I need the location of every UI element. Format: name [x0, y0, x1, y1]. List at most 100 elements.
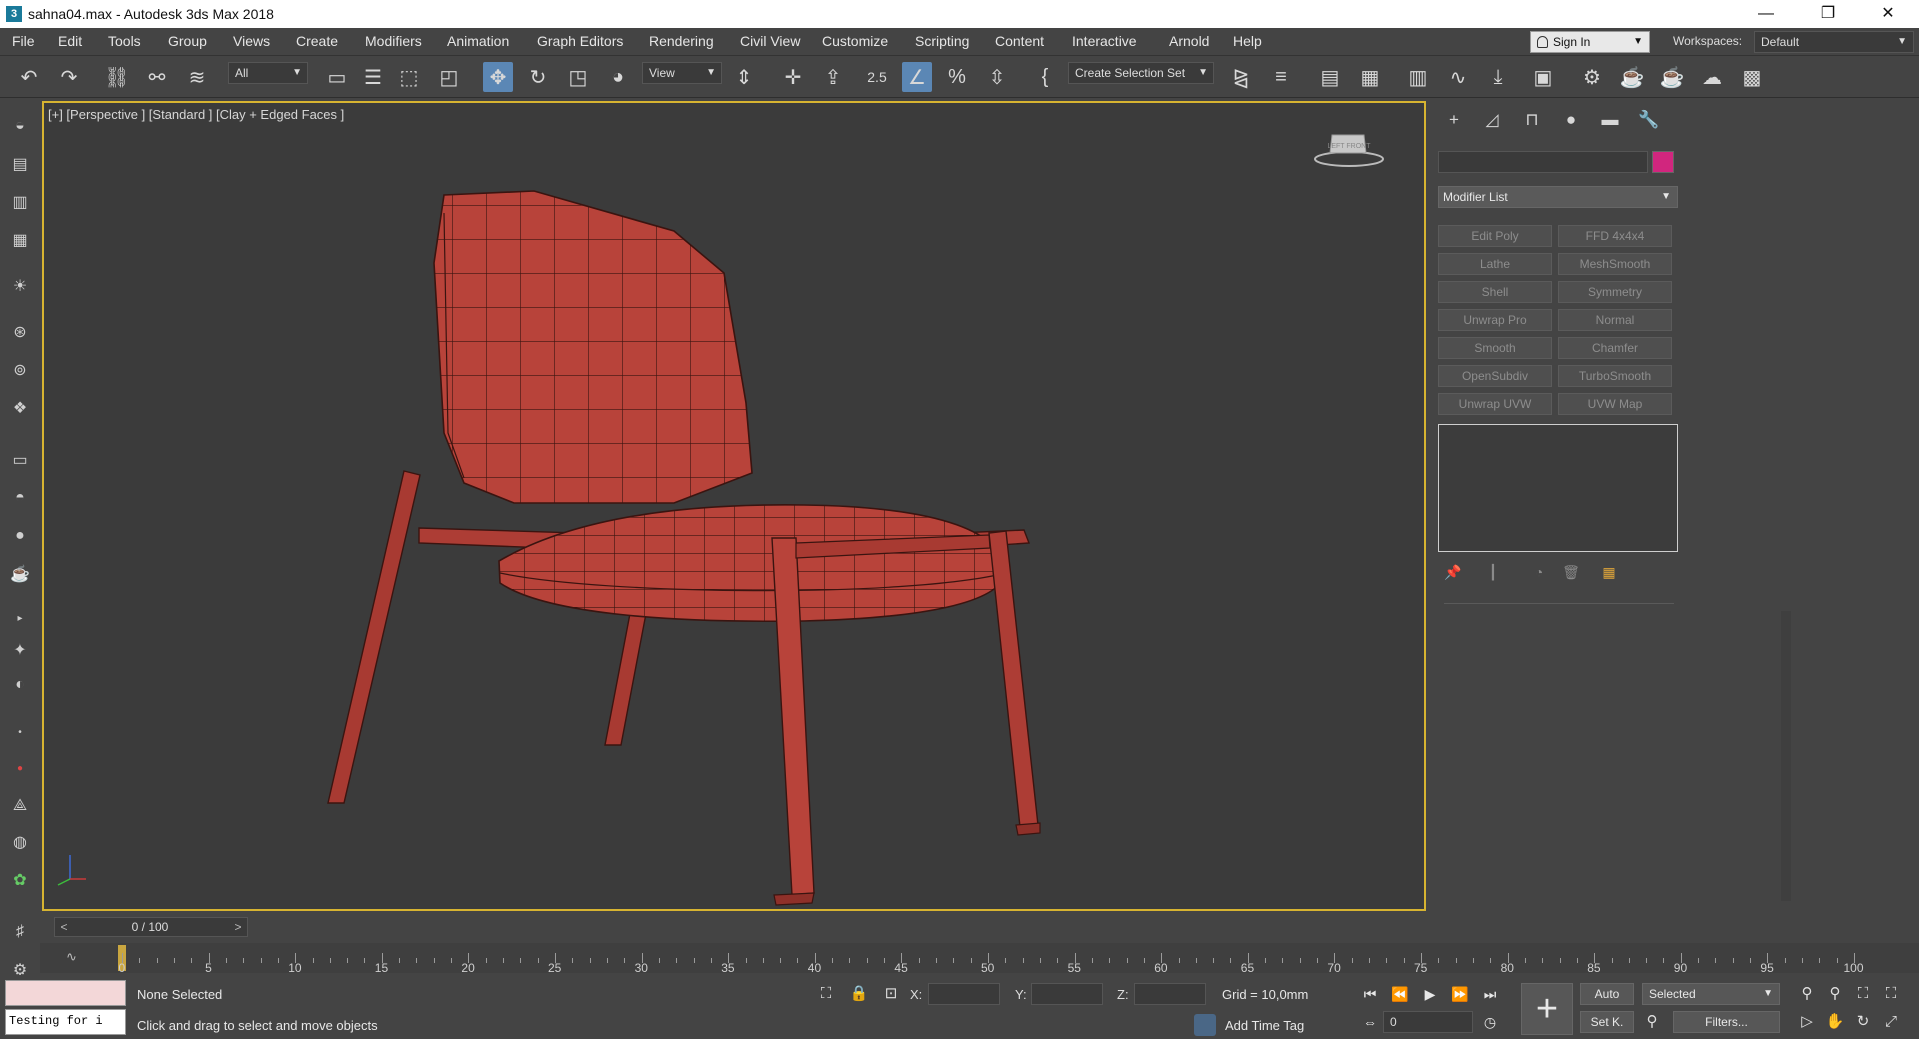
- layers-icon[interactable]: ▥: [8, 190, 32, 214]
- rollout-scrollbar[interactable]: [1781, 611, 1791, 901]
- menu-rendering[interactable]: Rendering: [649, 33, 714, 49]
- menu-views[interactable]: Views: [233, 33, 270, 49]
- scale-icon[interactable]: ◳: [563, 62, 593, 92]
- modifier-lathe-button[interactable]: Lathe: [1438, 253, 1552, 275]
- folder-icon[interactable]: ▭: [8, 448, 32, 472]
- auto-key-button[interactable]: Auto: [1580, 983, 1634, 1005]
- menu-civil-view[interactable]: Civil View: [740, 33, 800, 49]
- isolate-selection-icon[interactable]: ⛶: [815, 983, 837, 1005]
- schematic-view-icon[interactable]: ⤓: [1483, 62, 1513, 92]
- rect-selection-icon[interactable]: ⬚: [394, 62, 424, 92]
- menu-animation[interactable]: Animation: [447, 33, 509, 49]
- lights-icon[interactable]: ☀: [8, 274, 32, 298]
- modifier-turbosmooth-button[interactable]: TurboSmooth: [1558, 365, 1672, 387]
- z-coordinate-field[interactable]: [1134, 983, 1206, 1005]
- undo-icon[interactable]: ↶: [14, 62, 44, 92]
- render-frame-icon[interactable]: ☕: [1617, 62, 1647, 92]
- go-to-end-icon[interactable]: ⏭: [1478, 983, 1502, 1005]
- move-icon[interactable]: ✥: [483, 62, 513, 92]
- select-manipulate-icon[interactable]: ✛: [778, 62, 808, 92]
- menu-create[interactable]: Create: [296, 33, 338, 49]
- key-mode-toggle-icon[interactable]: ⇔: [1358, 1011, 1382, 1033]
- ribbon-toggle-icon[interactable]: ▥: [1403, 62, 1433, 92]
- plant-icon[interactable]: ✿: [8, 868, 32, 892]
- redo-icon[interactable]: ↷: [54, 62, 84, 92]
- hair-fur-icon[interactable]: ♯: [8, 920, 32, 944]
- bulb-icon[interactable]: ✦: [8, 638, 32, 662]
- time-tag-icon[interactable]: [1194, 1014, 1216, 1036]
- space-warps-icon[interactable]: ❖: [8, 396, 32, 420]
- modifier-list-dropdown[interactable]: Modifier List ▼: [1438, 186, 1678, 208]
- layer-explorer-icon[interactable]: ▦: [1355, 62, 1385, 92]
- current-frame-field[interactable]: 0: [1383, 1011, 1473, 1033]
- pyramid-icon[interactable]: ⟁: [8, 794, 32, 818]
- scene-explorer-icon[interactable]: ▤: [1315, 62, 1345, 92]
- mini-curve-editor-icon[interactable]: ∿: [66, 949, 77, 965]
- zoom-extents-all-icon[interactable]: ⛶: [1880, 983, 1902, 1005]
- time-configuration-icon[interactable]: ◷: [1478, 1011, 1502, 1033]
- render-cloud-icon[interactable]: ☁: [1697, 62, 1727, 92]
- time-slider-prev[interactable]: <: [55, 918, 73, 936]
- zoom-all-icon[interactable]: ⚲: [1824, 983, 1846, 1005]
- zoom-extents-icon[interactable]: ⛶: [1852, 983, 1874, 1005]
- chair-model[interactable]: [44, 103, 1424, 909]
- half-moon-icon[interactable]: ◐: [8, 673, 32, 697]
- next-frame-icon[interactable]: ⏩: [1448, 983, 1472, 1005]
- modifier-unwrap-uvw-button[interactable]: Unwrap UVW: [1438, 393, 1552, 415]
- menu-customize[interactable]: Customize: [822, 33, 888, 49]
- absolute-mode-icon[interactable]: ⊡: [880, 983, 902, 1005]
- go-to-start-icon[interactable]: ⏮: [1358, 983, 1382, 1005]
- time-slider-next[interactable]: >: [229, 918, 247, 936]
- render-shortcuts-icon[interactable]: ▩: [1737, 62, 1767, 92]
- hierarchy-tab-icon[interactable]: ⊓: [1514, 107, 1550, 133]
- perspective-viewport[interactable]: [+] [Perspective ] [Standard ] [Clay + E…: [42, 101, 1426, 911]
- grid-table-icon[interactable]: ▦: [8, 228, 32, 252]
- red-dot-icon[interactable]: ●: [8, 756, 32, 780]
- menu-help[interactable]: Help: [1233, 33, 1262, 49]
- hemisphere-icon[interactable]: ◓: [8, 486, 32, 510]
- orbit-icon[interactable]: ↻: [1852, 1011, 1874, 1033]
- object-color-swatch[interactable]: [1652, 151, 1674, 173]
- select-by-name-icon[interactable]: ☰: [358, 62, 388, 92]
- y-coordinate-field[interactable]: [1031, 983, 1103, 1005]
- cameras-icon[interactable]: ⊛: [8, 320, 32, 344]
- place-icon[interactable]: ◕: [603, 62, 633, 92]
- set-keys-button[interactable]: +: [1521, 983, 1573, 1035]
- link-icon[interactable]: ⛓: [102, 62, 132, 92]
- add-time-tag[interactable]: Add Time Tag: [1225, 1018, 1304, 1033]
- menu-interactive[interactable]: Interactive: [1072, 33, 1137, 49]
- play-icon[interactable]: ▶: [1418, 983, 1442, 1005]
- configure-modifier-sets-icon[interactable]: ▦: [1598, 561, 1620, 583]
- object-name-field[interactable]: [1438, 151, 1648, 173]
- workspace-dropdown[interactable]: Default ▼: [1754, 31, 1914, 53]
- snaps-toggle-icon[interactable]: 2.5: [862, 62, 892, 92]
- curve-editor-icon[interactable]: ∿: [1443, 62, 1473, 92]
- time-slider[interactable]: < 0 / 100 >: [54, 917, 248, 937]
- menu-modifiers[interactable]: Modifiers: [365, 33, 422, 49]
- modifier-opensubdiv-button[interactable]: OpenSubdiv: [1438, 365, 1552, 387]
- create-geometry-icon[interactable]: ◒: [8, 114, 32, 138]
- menu-group[interactable]: Group: [168, 33, 207, 49]
- select-object-icon[interactable]: ▭: [322, 62, 352, 92]
- create-tab-icon[interactable]: +: [1436, 107, 1472, 133]
- set-key-button[interactable]: Set K.: [1580, 1011, 1634, 1033]
- globe-icon[interactable]: ◍: [8, 830, 32, 854]
- key-mode-dropdown[interactable]: Selected ▼: [1642, 983, 1780, 1005]
- dot-small-icon[interactable]: •: [8, 720, 32, 744]
- scene-list-icon[interactable]: ▤: [8, 152, 32, 176]
- arrow-small-icon[interactable]: ▸: [8, 606, 32, 630]
- modifier-chamfer-button[interactable]: Chamfer: [1558, 337, 1672, 359]
- key-filters-icon[interactable]: ⚲: [1641, 1011, 1663, 1033]
- close-button[interactable]: ✕: [1865, 0, 1911, 28]
- modifier-shell-button[interactable]: Shell: [1438, 281, 1552, 303]
- mirror-icon[interactable]: ⧎: [1226, 62, 1256, 92]
- modifier-uvw-map-button[interactable]: UVW Map: [1558, 393, 1672, 415]
- selection-filter-dropdown[interactable]: All ▼: [228, 62, 308, 84]
- display-tab-icon[interactable]: ▬: [1592, 107, 1628, 133]
- modifier-stack[interactable]: [1438, 424, 1678, 552]
- pan-view-icon[interactable]: ✋: [1824, 1011, 1846, 1033]
- maxscript-input[interactable]: Testing for i: [5, 1009, 126, 1035]
- menu-graph-editors[interactable]: Graph Editors: [537, 33, 623, 49]
- menu-arnold[interactable]: Arnold: [1169, 33, 1209, 49]
- modifier-smooth-button[interactable]: Smooth: [1438, 337, 1552, 359]
